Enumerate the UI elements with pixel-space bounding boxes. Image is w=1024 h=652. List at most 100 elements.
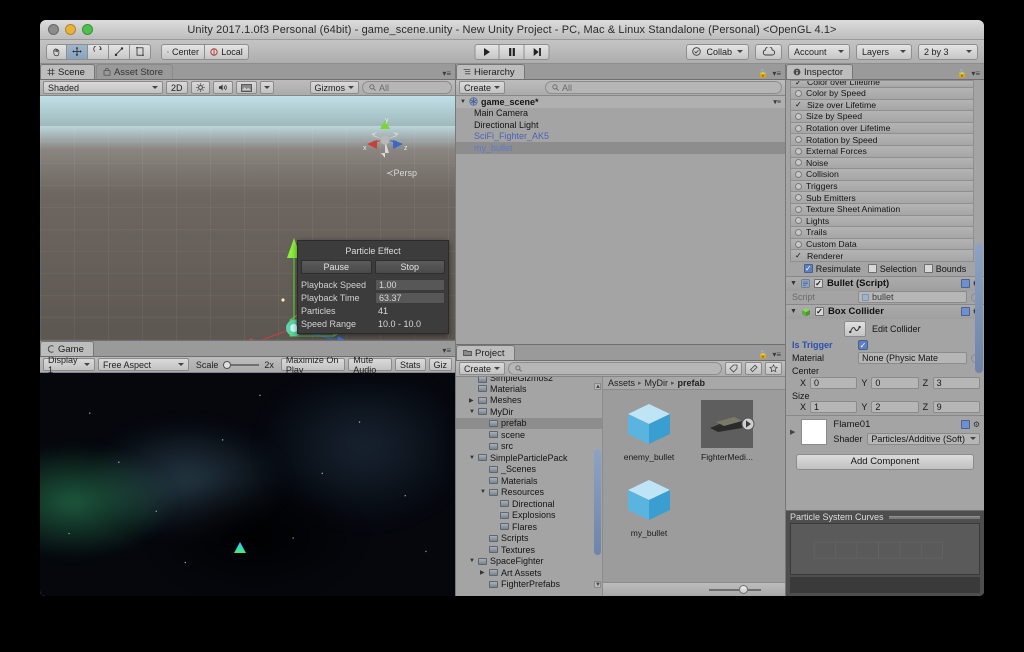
is-trigger-checkbox[interactable]: ✓	[858, 340, 868, 351]
asset-item-my-bullet[interactable]: my_bullet	[617, 474, 681, 538]
display-dropdown[interactable]: Display 1	[43, 355, 95, 375]
gizmos-dropdown[interactable]: Gizmos	[309, 81, 360, 94]
project-tree-item-spacefighter[interactable]: ▼ SpaceFighter	[456, 556, 602, 568]
project-tree-item-fighterprefabs[interactable]: FighterPrefabs	[456, 579, 602, 591]
chevron-down-icon[interactable]: ▼	[480, 489, 489, 495]
module-checkbox[interactable]	[795, 240, 802, 248]
curves-graph-area[interactable]	[790, 523, 980, 575]
audio-toggle[interactable]	[212, 81, 233, 94]
mute-audio-toggle[interactable]: Mute Audio	[348, 355, 392, 375]
effects-toggle[interactable]	[235, 81, 257, 94]
particle-row-value[interactable]: 1.00	[375, 278, 445, 291]
hierarchy-create-button[interactable]: Create	[459, 81, 506, 94]
selection-checkbox[interactable]	[867, 264, 877, 274]
account-dropdown[interactable]: Account	[788, 43, 850, 60]
breadcrumb-prefab[interactable]: prefab	[678, 378, 706, 388]
module-checkbox[interactable]	[795, 112, 802, 120]
project-tree-scrollbar[interactable]: ▲ ▼	[594, 383, 601, 588]
pause-button[interactable]	[499, 43, 525, 60]
module-checkbox[interactable]	[795, 147, 802, 155]
chevron-down-icon[interactable]: ▼	[790, 280, 797, 287]
playback-controls[interactable]	[474, 43, 550, 60]
gear-icon[interactable]: ⚙	[973, 420, 980, 429]
project-tree-item-art-assets[interactable]: ▶ Art Assets	[456, 567, 602, 579]
chevron-down-icon[interactable]: ▼	[469, 409, 478, 415]
breadcrumb-mydir[interactable]: MyDir	[645, 378, 669, 388]
layers-dropdown[interactable]: Layers	[856, 43, 912, 60]
chevron-down-icon[interactable]: ▼	[790, 308, 797, 315]
material-field[interactable]: None (Physic Mate	[858, 352, 967, 365]
maximize-on-play-toggle[interactable]: Maximize On Play	[280, 355, 346, 375]
pane-options-icon[interactable]: ▾≡	[971, 69, 980, 78]
game-gizmos-dropdown[interactable]: Giz	[428, 358, 452, 371]
scene-pane-menu[interactable]: ▾≡	[442, 69, 455, 79]
chevron-down-icon[interactable]: ▼	[460, 99, 469, 105]
asset-size-slider-knob[interactable]	[739, 584, 749, 594]
particle-module-collision[interactable]: Collision	[790, 169, 974, 181]
particle-module-lights[interactable]: Lights	[790, 215, 974, 228]
particle-module-color-over-lifetime[interactable]: ✓ Color over Lifetime	[790, 80, 974, 88]
project-tree-item-materials[interactable]: Materials	[456, 383, 602, 395]
project-tree-item-scene[interactable]: scene	[456, 429, 602, 441]
inspector-scroll-thumb[interactable]	[975, 243, 983, 373]
particle-module-trails[interactable]: Trails	[790, 227, 974, 239]
project-tree-item-simpleparticlepack[interactable]: ▼ SimpleParticlePack	[456, 452, 602, 464]
particle-module-triggers[interactable]: Triggers	[790, 180, 974, 193]
particle-module-sub-emitters[interactable]: Sub Emitters	[790, 192, 974, 204]
particle-stop-button[interactable]: Stop	[374, 260, 445, 274]
scene-viewport[interactable]: x y z ≺Persp Particle Effect Pause Stop	[40, 96, 455, 340]
module-checkbox[interactable]	[795, 89, 802, 97]
module-checkbox[interactable]	[795, 159, 802, 167]
particle-module-renderer[interactable]: ✓ Renderer	[790, 250, 974, 262]
tab-scene[interactable]: Scene	[40, 64, 95, 79]
inspector-body[interactable]: ✓ Color over Lifetime Color by Speed ✓ Size …	[786, 80, 984, 510]
box-collider-header[interactable]: ▼ ✓ Box Collider ⚙	[786, 304, 984, 319]
rect-tool-icon[interactable]	[130, 43, 151, 60]
particle-module-rotation-over-lifetime[interactable]: Rotation over Lifetime	[790, 122, 974, 135]
tab-game[interactable]: Game	[40, 341, 94, 356]
asset-size-slider[interactable]	[709, 584, 761, 594]
scene-context-menu-icon[interactable]: ▾≡	[773, 98, 785, 106]
breadcrumb-assets[interactable]: Assets	[608, 378, 635, 388]
project-tree-item-src[interactable]: src	[456, 441, 602, 453]
move-tool-icon[interactable]	[67, 43, 88, 60]
hierarchy-list[interactable]: ▼ game_scene* ▾≡ Main Camera Directional…	[456, 96, 785, 344]
help-icon[interactable]	[960, 307, 970, 317]
add-component-button[interactable]: Add Component	[796, 453, 974, 470]
project-pane-menu[interactable]: 🔒 ▾≡	[758, 350, 785, 360]
pane-options-icon[interactable]: ▾≡	[442, 69, 451, 78]
module-checkbox-checked[interactable]: ✓	[795, 251, 803, 260]
size-x-input[interactable]: 1	[810, 400, 858, 413]
favorites-button[interactable]	[765, 362, 782, 375]
material-header-icons[interactable]: ⚙	[960, 419, 980, 429]
particle-module-list[interactable]: ✓ Color over Lifetime Color by Speed ✓ Size …	[786, 80, 984, 262]
bullet-script-enabled-checkbox[interactable]: ✓	[813, 279, 823, 289]
project-tree-item-materials[interactable]: Materials	[456, 475, 602, 487]
project-tree-item-scripts[interactable]: Scripts	[456, 533, 602, 545]
hierarchy-scene-root[interactable]: ▼ game_scene* ▾≡	[456, 96, 785, 108]
module-checkbox-checked[interactable]: ✓	[795, 81, 803, 87]
chevron-right-icon[interactable]: ▶	[480, 569, 489, 576]
scale-slider[interactable]	[223, 360, 260, 369]
play-button[interactable]	[474, 43, 500, 60]
module-checkbox[interactable]	[795, 205, 802, 213]
project-create-button[interactable]: Create	[459, 362, 506, 375]
scene-projection-label[interactable]: ≺Persp	[386, 168, 417, 179]
bounds-checkbox[interactable]	[923, 264, 933, 274]
module-checkbox[interactable]	[795, 170, 802, 178]
draw-mode-dropdown[interactable]: Shaded	[43, 81, 163, 94]
hierarchy-pane-menu[interactable]: 🔒 ▾≡	[758, 69, 785, 79]
hand-tool-icon[interactable]	[46, 43, 67, 60]
lock-icon[interactable]: 🔒	[957, 69, 967, 78]
asset-item-fighter-medium[interactable]: FighterMedi...	[695, 398, 759, 462]
particle-module-color-by-speed[interactable]: Color by Speed	[790, 88, 974, 100]
scene-axis-gizmo[interactable]: x y z	[359, 114, 411, 166]
filter-by-type-button[interactable]	[725, 362, 742, 375]
edit-collider-button[interactable]	[844, 320, 866, 337]
module-checkbox[interactable]	[795, 217, 802, 225]
project-tree-item-resources[interactable]: ▼ Resources	[456, 487, 602, 499]
tab-asset-store[interactable]: Asset Store	[95, 64, 174, 79]
pane-options-icon[interactable]: ▾≡	[772, 350, 781, 359]
stats-toggle[interactable]: Stats	[394, 358, 426, 371]
tab-inspector[interactable]: Inspector	[786, 64, 854, 79]
